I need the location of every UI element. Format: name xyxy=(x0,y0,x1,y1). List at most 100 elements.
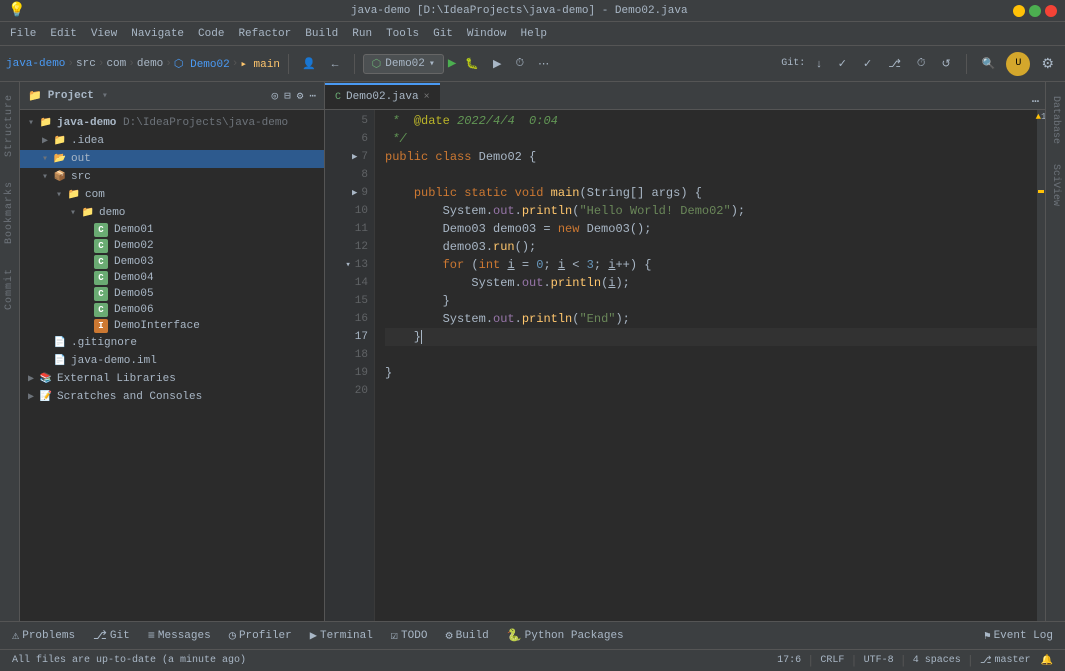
tree-item-demo01[interactable]: C Demo01 xyxy=(20,222,324,238)
run-button[interactable]: ▶ xyxy=(448,55,456,72)
tree-item-out[interactable]: ▾ 📂 out xyxy=(20,150,324,168)
demointerface-label: DemoInterface xyxy=(114,320,200,332)
bottom-toolbar: ⚠ Problems ⎇ Git ≡ Messages ◷ Profiler ▶… xyxy=(0,621,1065,649)
minimize-button[interactable] xyxy=(1013,5,1025,17)
problems-label: Problems xyxy=(22,630,75,642)
menu-item-git[interactable]: Git xyxy=(427,26,459,42)
menu-item-help[interactable]: Help xyxy=(515,26,553,42)
code-area[interactable]: * @date 2022/4/4 0:04 */ public class De… xyxy=(375,110,1037,621)
menu-item-window[interactable]: Window xyxy=(461,26,513,42)
history-button[interactable]: ⏱ xyxy=(912,54,931,73)
tab-more-button[interactable]: ⋯ xyxy=(1026,94,1045,109)
git-commit-button[interactable]: ✓ xyxy=(858,54,877,73)
menu-item-file[interactable]: File xyxy=(4,26,42,42)
bottom-tab-profiler[interactable]: ◷ Profiler xyxy=(221,626,300,645)
tree-item-demo02[interactable]: C Demo02 xyxy=(20,238,324,254)
indent[interactable]: 4 spaces xyxy=(909,655,965,666)
menu-item-run[interactable]: Run xyxy=(346,26,378,42)
search-button[interactable]: 🔍 xyxy=(977,54,1001,73)
tree-item-demo03[interactable]: C Demo03 xyxy=(20,254,324,270)
notifications-icon[interactable]: 🔔 xyxy=(1037,655,1057,667)
menu-item-code[interactable]: Code xyxy=(192,26,230,42)
cursor-position[interactable]: 17:6 xyxy=(773,655,805,666)
profile-button[interactable]: 👤 xyxy=(297,54,321,73)
tab-close-button[interactable]: × xyxy=(424,92,430,103)
tree-item-demo05[interactable]: C Demo05 xyxy=(20,286,324,302)
tree-item-idea[interactable]: ▶ 📁 .idea xyxy=(20,132,324,150)
tree-item-scratches[interactable]: ▶ 📝 Scratches and Consoles xyxy=(20,388,324,406)
tab-icon: C xyxy=(335,92,341,103)
tree-item-demointerface[interactable]: I DemoInterface xyxy=(20,318,324,334)
root-label: java-demo D:\IdeaProjects\java-demo xyxy=(57,117,288,129)
ln-10: 10 xyxy=(325,202,368,220)
git-branch[interactable]: ⎇ master xyxy=(976,655,1035,667)
user-avatar[interactable]: U xyxy=(1006,52,1030,76)
bottom-tab-git[interactable]: ⎇ Git xyxy=(85,626,138,645)
maximize-button[interactable] xyxy=(1029,5,1041,17)
run-config-selector[interactable]: ⬡ Demo02 ▾ xyxy=(363,54,444,74)
ln-17: 17 xyxy=(325,328,368,346)
project-header: 📁 Project ▾ ◎ ⊟ ⚙ ⋯ xyxy=(20,82,324,110)
breadcrumb-main[interactable]: ▸ main xyxy=(240,57,280,71)
tree-item-src[interactable]: ▾ 📦 src xyxy=(20,168,324,186)
tree-item-iml[interactable]: 📄 java-demo.iml xyxy=(20,352,324,370)
menu-item-refactor[interactable]: Refactor xyxy=(232,26,297,42)
close-button[interactable] xyxy=(1045,5,1057,17)
encoding[interactable]: UTF-8 xyxy=(860,655,898,666)
sidebar-commit[interactable]: Commit xyxy=(2,256,17,322)
breadcrumb-demo[interactable]: demo xyxy=(137,58,163,70)
sciview-panel-label[interactable]: SciView xyxy=(1048,154,1063,216)
tree-item-com[interactable]: ▾ 📁 com xyxy=(20,186,324,204)
bottom-tab-terminal[interactable]: ▶ Terminal xyxy=(302,626,381,645)
bottom-tab-build[interactable]: ⚙ Build xyxy=(437,626,496,645)
bottom-tab-python[interactable]: 🐍 Python Packages xyxy=(499,626,632,645)
tree-root[interactable]: ▾ 📁 java-demo D:\IdeaProjects\java-demo xyxy=(20,114,324,132)
bottom-tab-messages[interactable]: ≡ Messages xyxy=(140,627,219,645)
breadcrumb-com[interactable]: com xyxy=(106,58,126,70)
git-branch-icon: ⎇ xyxy=(980,655,992,667)
bottom-tab-todo[interactable]: ☑ TODO xyxy=(383,626,436,645)
menu-item-build[interactable]: Build xyxy=(299,26,344,42)
line-ending[interactable]: CRLF xyxy=(816,655,848,666)
bottom-tab-problems[interactable]: ⚠ Problems xyxy=(4,626,83,645)
scratches-arrow: ▶ xyxy=(24,391,38,403)
terminal-label: Terminal xyxy=(320,630,373,642)
git-update-button[interactable]: ↓ xyxy=(811,55,827,73)
bottom-tab-eventlog[interactable]: ⚑ Event Log xyxy=(976,627,1061,645)
show-options-icon[interactable]: ⚙ xyxy=(297,89,304,103)
menu-item-edit[interactable]: Edit xyxy=(44,26,82,42)
breadcrumb-project[interactable]: java-demo xyxy=(6,58,65,70)
profile-run-button[interactable]: ⏱ xyxy=(511,54,530,73)
right-panel: Database SciView xyxy=(1045,82,1065,621)
database-panel-label[interactable]: Database xyxy=(1048,86,1063,154)
git-branch-button[interactable]: ⎇ xyxy=(883,54,906,73)
project-more-icon[interactable]: ⋯ xyxy=(309,89,316,103)
menu-item-view[interactable]: View xyxy=(85,26,123,42)
sidebar-bookmarks[interactable]: Bookmarks xyxy=(2,169,17,256)
src-label: src xyxy=(71,171,91,183)
tree-item-demo[interactable]: ▾ 📁 demo xyxy=(20,204,324,222)
sidebar-structure[interactable]: Structure xyxy=(2,82,17,169)
tree-item-demo06[interactable]: C Demo06 xyxy=(20,302,324,318)
back-button[interactable]: ← xyxy=(325,55,346,73)
tab-demo02[interactable]: C Demo02.java × xyxy=(325,83,440,109)
more-run-button[interactable]: ⋯ xyxy=(533,54,554,73)
tree-item-demo04[interactable]: C Demo04 xyxy=(20,270,324,286)
breadcrumb-src[interactable]: src xyxy=(76,58,96,70)
git-push-button[interactable]: ✓ xyxy=(833,54,852,73)
coverage-button[interactable]: ▶ xyxy=(488,54,506,73)
undo-button[interactable]: ↺ xyxy=(937,54,956,73)
eventlog-label: Event Log xyxy=(994,630,1053,642)
debug-button[interactable]: 🐛 xyxy=(460,54,484,73)
demo01-label: Demo01 xyxy=(114,224,154,236)
tree-item-gitignore[interactable]: 📄 .gitignore xyxy=(20,334,324,352)
locate-icon[interactable]: ◎ xyxy=(272,89,279,103)
breadcrumb-demo02[interactable]: ⬡ Demo02 xyxy=(174,57,230,71)
code-line-10: System.out.println("Hello World! Demo02"… xyxy=(385,202,1037,220)
app-icon: 💡 xyxy=(8,2,25,19)
collapse-all-icon[interactable]: ⊟ xyxy=(284,89,291,103)
menu-item-navigate[interactable]: Navigate xyxy=(125,26,190,42)
tree-item-external-libs[interactable]: ▶ 📚 External Libraries xyxy=(20,370,324,388)
settings-button[interactable]: ⚙ xyxy=(1036,52,1059,75)
menu-item-tools[interactable]: Tools xyxy=(380,26,425,42)
